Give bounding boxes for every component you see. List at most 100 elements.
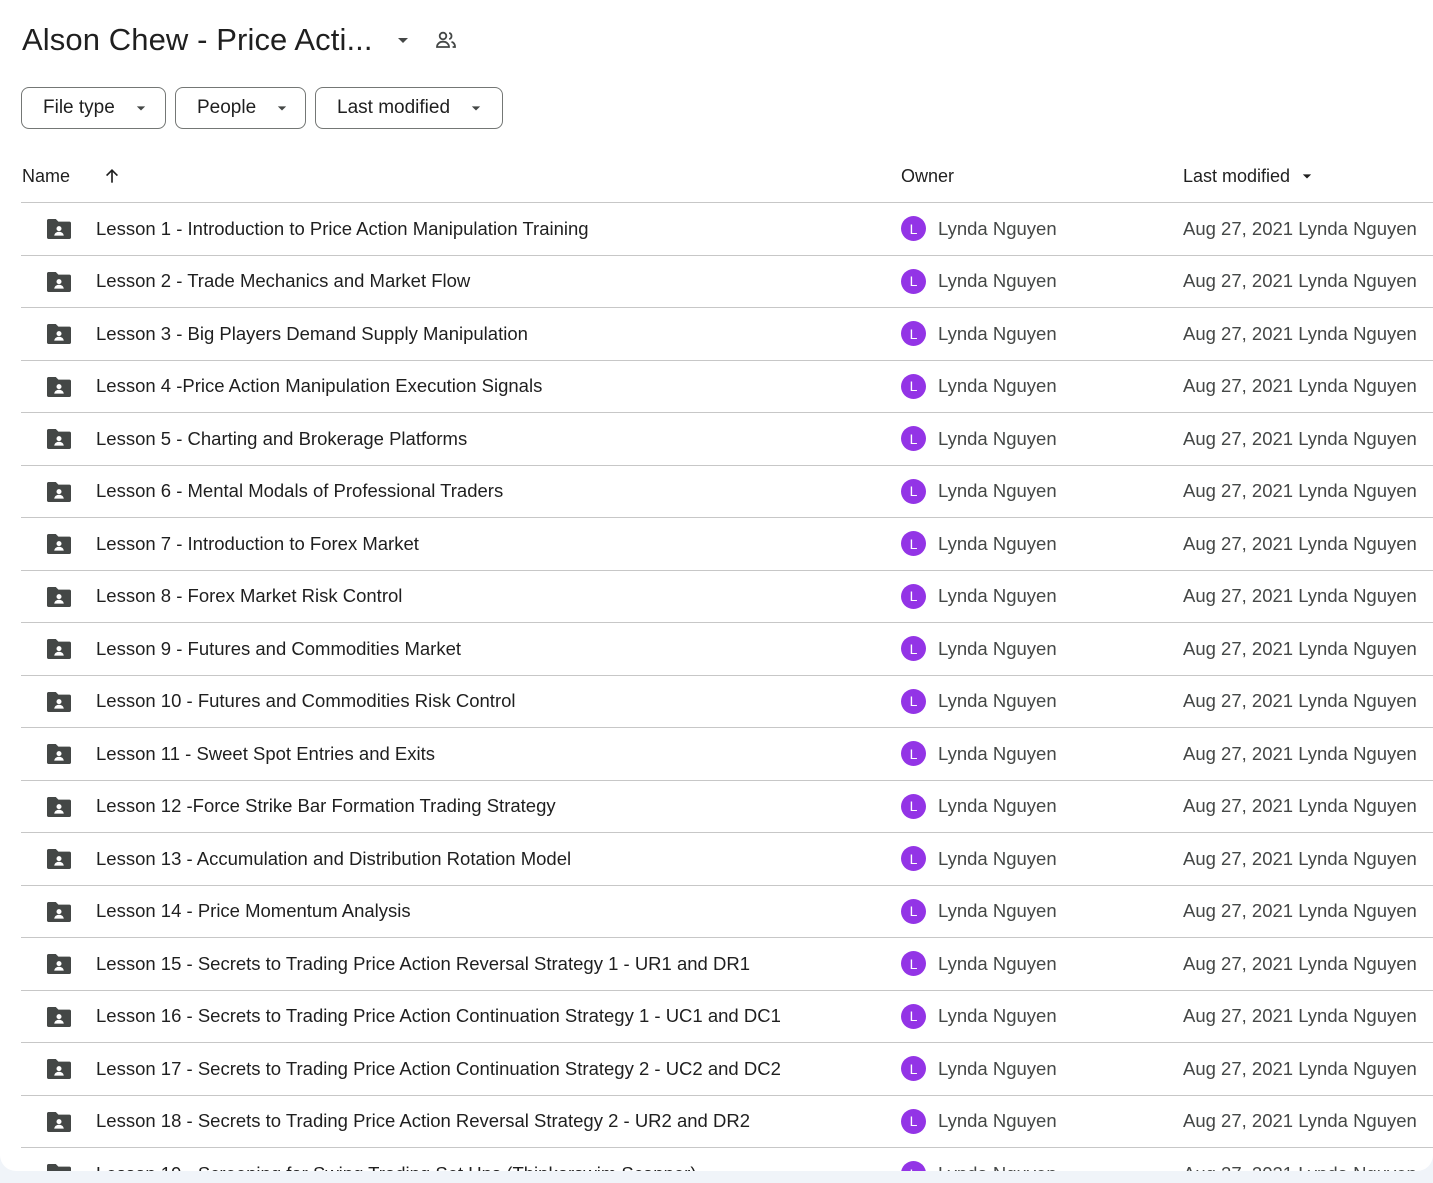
avatar[interactable]: L xyxy=(901,321,926,347)
last-modified-filter-label: Last modified xyxy=(337,97,451,118)
table-row[interactable]: Lesson 18 - Secrets to Trading Price Act… xyxy=(21,1096,1433,1148)
table-row[interactable]: Lesson 6 - Mental Modals of Professional… xyxy=(21,466,1433,518)
last-modified-value: Aug 27, 2021 Lynda Nguyen xyxy=(1183,322,1417,344)
file-name[interactable]: Lesson 19 - Screening for Swing Trading … xyxy=(96,1163,697,1171)
avatar[interactable]: L xyxy=(901,636,926,662)
file-name[interactable]: Lesson 17 - Secrets to Trading Price Act… xyxy=(96,1058,781,1080)
avatar[interactable]: L xyxy=(901,531,926,557)
shared-folder-icon xyxy=(45,322,73,346)
last-modified-value: Aug 27, 2021 Lynda Nguyen xyxy=(1183,1005,1417,1027)
owner-cell: L Lynda Nguyen xyxy=(901,688,1057,714)
file-name[interactable]: Lesson 6 - Mental Modals of Professional… xyxy=(96,480,503,502)
file-name[interactable]: Lesson 1 - Introduction to Price Action … xyxy=(96,218,589,240)
table-row[interactable]: Lesson 8 - Forex Market Risk Control L Lyn… xyxy=(21,571,1433,623)
owner-name: Lynda Nguyen xyxy=(938,795,1057,817)
file-name[interactable]: Lesson 8 - Forex Market Risk Control xyxy=(96,585,402,607)
table-row[interactable]: Lesson 9 - Futures and Commodities Marke… xyxy=(21,623,1433,676)
avatar[interactable]: L xyxy=(901,268,926,294)
file-name[interactable]: Lesson 4 -Price Action Manipulation Exec… xyxy=(96,375,542,397)
file-name[interactable]: Lesson 9 - Futures and Commodities Marke… xyxy=(96,638,461,660)
last-modified-filter[interactable]: Last modified xyxy=(315,87,503,129)
owner-name: Lynda Nguyen xyxy=(938,1057,1057,1079)
owner-name: Lynda Nguyen xyxy=(938,952,1057,974)
folder-title[interactable]: Alson Chew - Price Acti... xyxy=(22,22,373,58)
people-icon[interactable] xyxy=(429,23,463,57)
name-column-header[interactable]: Name xyxy=(22,150,70,202)
table-row[interactable]: Lesson 1 - Introduction to Price Action … xyxy=(21,203,1433,256)
avatar[interactable]: L xyxy=(901,583,926,609)
shared-folder-icon xyxy=(45,690,73,714)
table-row[interactable]: Lesson 14 - Price Momentum Analysis L Lynd… xyxy=(21,886,1433,938)
owner-name: Lynda Nguyen xyxy=(938,637,1057,659)
table-row[interactable]: Lesson 16 - Secrets to Trading Price Act… xyxy=(21,991,1433,1043)
owner-cell: L Lynda Nguyen xyxy=(901,1056,1057,1082)
file-name[interactable]: Lesson 5 - Charting and Brokerage Platfo… xyxy=(96,428,467,450)
arrow-drop-down-icon xyxy=(131,98,151,118)
owner-name: Lynda Nguyen xyxy=(938,690,1057,712)
owner-name: Lynda Nguyen xyxy=(938,480,1057,502)
file-name[interactable]: Lesson 3 - Big Players Demand Supply Man… xyxy=(96,323,528,345)
arrow-drop-down-icon[interactable] xyxy=(387,24,419,56)
arrow-drop-down-icon xyxy=(1297,166,1317,186)
table-row[interactable]: Lesson 5 - Charting and Brokerage Platfo… xyxy=(21,413,1433,466)
table-row[interactable]: Lesson 17 - Secrets to Trading Price Act… xyxy=(21,1043,1433,1096)
file-name[interactable]: Lesson 12 -Force Strike Bar Formation Tr… xyxy=(96,795,556,817)
avatar[interactable]: L xyxy=(901,1003,926,1029)
avatar[interactable]: L xyxy=(901,478,926,504)
last-modified-column-header[interactable]: Last modified xyxy=(1183,150,1317,202)
last-modified-value: Aug 27, 2021 Lynda Nguyen xyxy=(1183,795,1417,817)
avatar[interactable]: L xyxy=(901,741,926,767)
file-name[interactable]: Lesson 15 - Secrets to Trading Price Act… xyxy=(96,953,750,975)
owner-cell: L Lynda Nguyen xyxy=(901,426,1057,452)
avatar[interactable]: L xyxy=(901,793,926,819)
file-name[interactable]: Lesson 11 - Sweet Spot Entries and Exits xyxy=(96,743,435,765)
table-row[interactable]: Lesson 7 - Introduction to Forex Market L… xyxy=(21,518,1433,571)
avatar[interactable]: L xyxy=(901,898,926,924)
table-row[interactable]: Lesson 3 - Big Players Demand Supply Man… xyxy=(21,308,1433,361)
shared-folder-icon xyxy=(45,375,73,399)
shared-folder-icon xyxy=(45,427,73,451)
file-name[interactable]: Lesson 16 - Secrets to Trading Price Act… xyxy=(96,1005,781,1027)
avatar[interactable]: L xyxy=(901,1161,926,1171)
avatar[interactable]: L xyxy=(901,951,926,977)
avatar[interactable]: L xyxy=(901,216,926,242)
table-row[interactable]: Lesson 19 - Screening for Swing Trading … xyxy=(21,1148,1433,1171)
file-list: Lesson 1 - Introduction to Price Action … xyxy=(21,203,1433,1171)
owner-cell: L Lynda Nguyen xyxy=(901,531,1057,557)
shared-folder-icon xyxy=(45,952,73,976)
avatar[interactable]: L xyxy=(901,846,926,872)
people-filter[interactable]: People xyxy=(175,87,306,129)
table-row[interactable]: Lesson 11 - Sweet Spot Entries and Exits… xyxy=(21,728,1433,781)
last-modified-value: Aug 27, 2021 Lynda Nguyen xyxy=(1183,585,1417,607)
file-type-filter[interactable]: File type xyxy=(21,87,166,129)
last-modified-value: Aug 27, 2021 Lynda Nguyen xyxy=(1183,847,1417,869)
table-row[interactable]: Lesson 13 - Accumulation and Distributio… xyxy=(21,833,1433,886)
table-row[interactable]: Lesson 10 - Futures and Commodities Risk… xyxy=(21,676,1433,728)
shared-folder-icon xyxy=(45,637,73,661)
owner-column-header[interactable]: Owner xyxy=(901,150,954,202)
avatar[interactable]: L xyxy=(901,373,926,399)
drive-folder-view: Alson Chew - Price Acti... File type Peo… xyxy=(0,0,1433,1171)
file-name[interactable]: Lesson 2 - Trade Mechanics and Market Fl… xyxy=(96,270,470,292)
table-row[interactable]: Lesson 12 -Force Strike Bar Formation Tr… xyxy=(21,781,1433,833)
sort-ascending-icon[interactable] xyxy=(101,150,123,202)
shared-folder-icon xyxy=(45,1162,73,1171)
owner-name: Lynda Nguyen xyxy=(938,427,1057,449)
owner-cell: L Lynda Nguyen xyxy=(901,636,1057,662)
owner-name: Lynda Nguyen xyxy=(938,375,1057,397)
file-name[interactable]: Lesson 18 - Secrets to Trading Price Act… xyxy=(96,1110,750,1132)
owner-name: Lynda Nguyen xyxy=(938,532,1057,554)
table-row[interactable]: Lesson 15 - Secrets to Trading Price Act… xyxy=(21,938,1433,991)
avatar[interactable]: L xyxy=(901,688,926,714)
file-name[interactable]: Lesson 7 - Introduction to Forex Market xyxy=(96,533,419,555)
avatar[interactable]: L xyxy=(901,1108,926,1134)
table-row[interactable]: Lesson 4 -Price Action Manipulation Exec… xyxy=(21,361,1433,413)
shared-folder-icon xyxy=(45,217,73,241)
file-name[interactable]: Lesson 14 - Price Momentum Analysis xyxy=(96,900,411,922)
owner-cell: L Lynda Nguyen xyxy=(901,793,1057,819)
avatar[interactable]: L xyxy=(901,426,926,452)
file-name[interactable]: Lesson 10 - Futures and Commodities Risk… xyxy=(96,690,516,712)
avatar[interactable]: L xyxy=(901,1056,926,1082)
table-row[interactable]: Lesson 2 - Trade Mechanics and Market Fl… xyxy=(21,256,1433,308)
file-name[interactable]: Lesson 13 - Accumulation and Distributio… xyxy=(96,848,571,870)
